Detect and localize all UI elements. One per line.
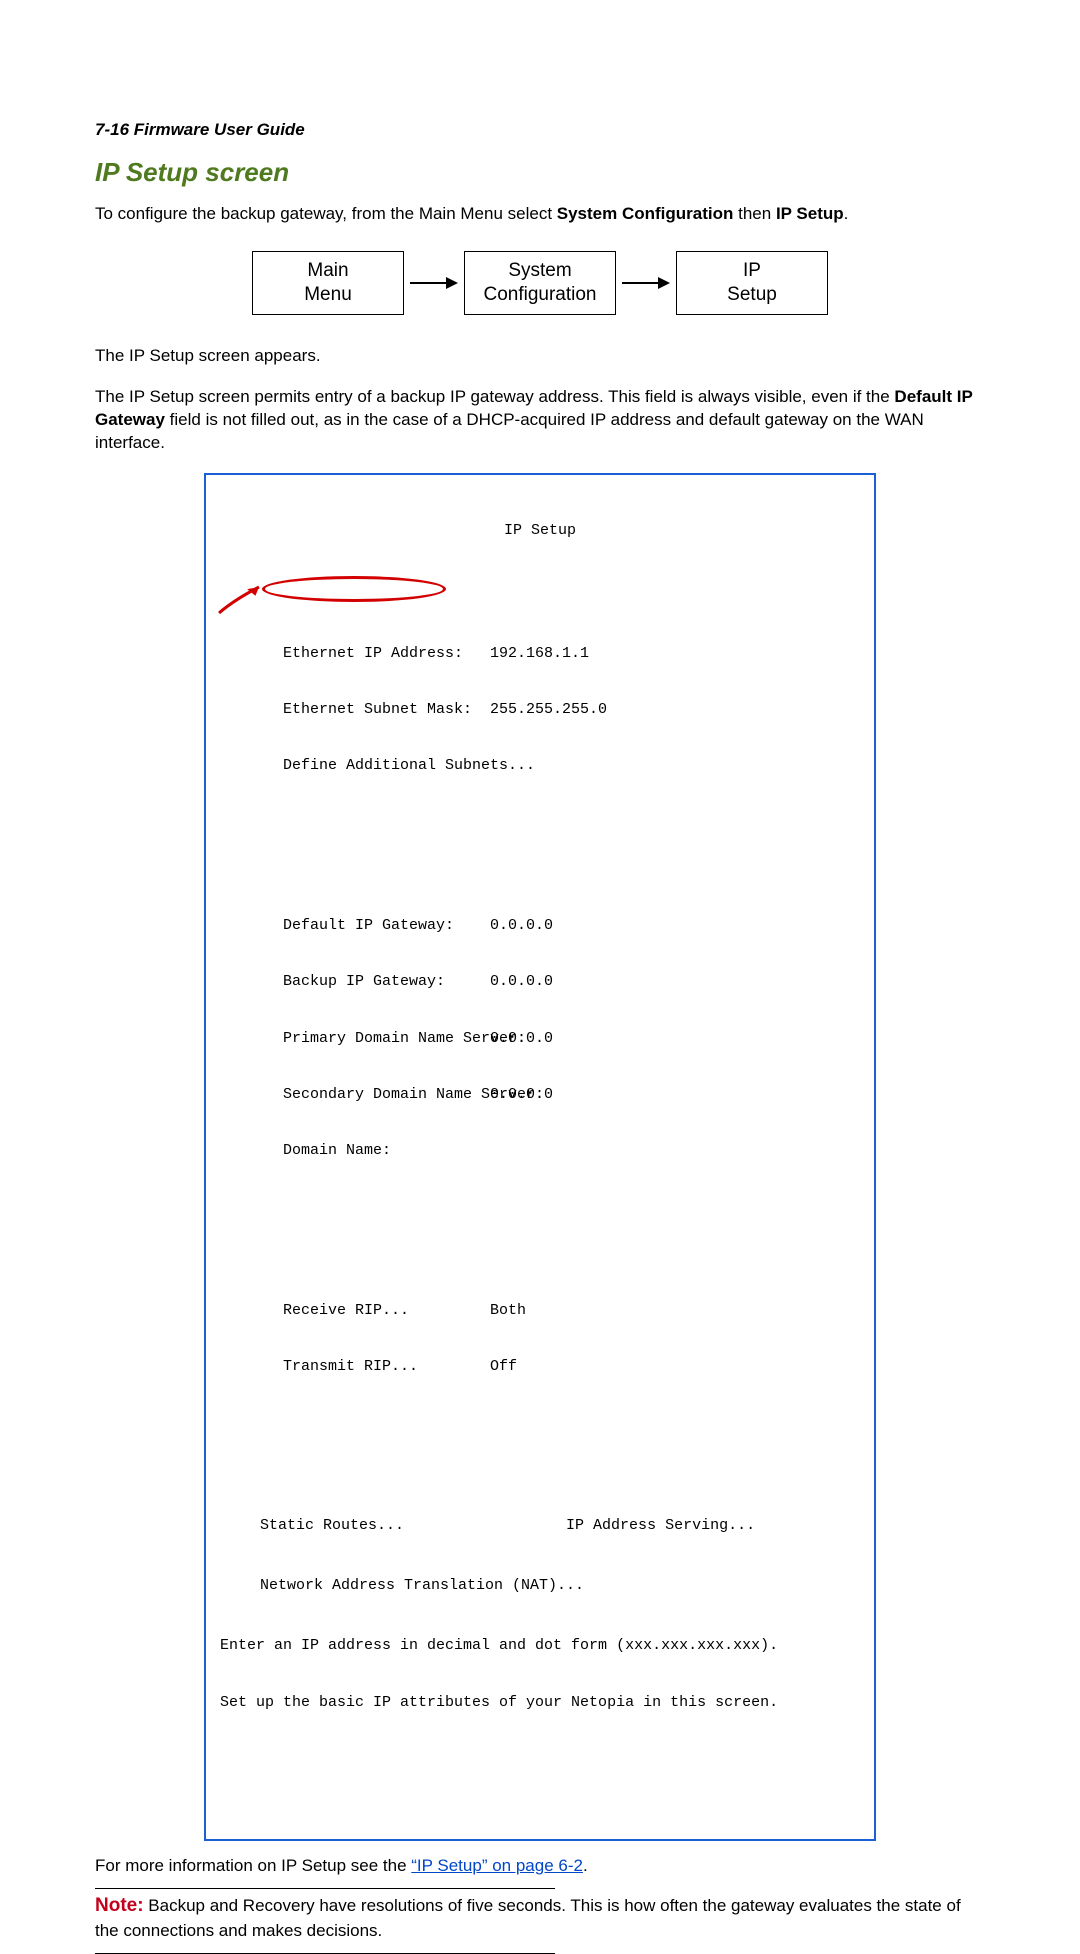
section-title: IP Setup screen	[95, 157, 985, 188]
note-separator-top	[95, 1888, 555, 1889]
flow-box-main-menu: Main Menu	[252, 251, 404, 315]
terminal-row: Define Additional Subnets...	[220, 757, 860, 776]
para-permits-pre: The IP Setup screen permits entry of a b…	[95, 387, 894, 406]
terminal-label: Secondary Domain Name Server:	[220, 1086, 490, 1105]
ip-setup-terminal: IP Setup Ethernet IP Address: 192.168.1.…	[204, 473, 876, 1841]
terminal-label: Ethernet Subnet Mask:	[220, 701, 490, 720]
para-appears: The IP Setup screen appears.	[95, 345, 985, 368]
note-separator-bottom	[95, 1953, 555, 1954]
intro-bold-ip-setup: IP Setup	[776, 204, 844, 223]
terminal-value	[490, 1142, 860, 1161]
para-moreinfo: For more information on IP Setup see the…	[95, 1855, 985, 1878]
note-label: Note:	[95, 1895, 144, 1916]
intro-paragraph: To configure the backup gateway, from th…	[95, 203, 985, 226]
terminal-block-rip: Receive RIP... Both Transmit RIP... Off	[220, 1265, 860, 1415]
flow-arrow-icon	[410, 275, 458, 291]
terminal-row: Backup IP Gateway: 0.0.0.0	[220, 973, 860, 992]
para-permits-post: field is not filled out, as in the case …	[95, 410, 924, 452]
terminal-row: Ethernet Subnet Mask: 255.255.255.0	[220, 701, 860, 720]
terminal-row: Transmit RIP... Off	[220, 1358, 860, 1377]
terminal-value: 0.0.0.0	[490, 1086, 860, 1105]
terminal-nat-line: Network Address Translation (NAT)...	[220, 1577, 860, 1596]
moreinfo-post: .	[583, 1856, 588, 1875]
flow-box-ip-setup: IP Setup	[676, 251, 828, 315]
intro-post: .	[844, 204, 849, 223]
terminal-footer-line1: Enter an IP address in decimal and dot f…	[220, 1637, 860, 1656]
terminal-value: 192.168.1.1	[490, 645, 860, 664]
intro-pre: To configure the backup gateway, from th…	[95, 204, 557, 223]
terminal-row: Domain Name:	[220, 1142, 860, 1161]
note-body: Backup and Recovery have resolutions of …	[95, 1896, 961, 1940]
note-paragraph: Note: Backup and Recovery have resolutio…	[95, 1893, 985, 1943]
terminal-label: Ethernet IP Address:	[220, 645, 490, 664]
terminal-row: Receive RIP... Both	[220, 1302, 860, 1321]
ip-setup-link[interactable]: “IP Setup” on page 6-2	[411, 1856, 583, 1875]
terminal-label-backup-gateway: Backup IP Gateway:	[220, 973, 490, 992]
terminal-value: 0.0.0.0	[490, 1030, 860, 1049]
terminal-value: 0.0.0.0	[490, 973, 860, 992]
moreinfo-pre: For more information on IP Setup see the	[95, 1856, 411, 1875]
terminal-label: Receive RIP...	[220, 1302, 490, 1321]
terminal-label: Primary Domain Name Server:	[220, 1030, 490, 1049]
flow-arrow-icon	[622, 275, 670, 291]
annotation-circle	[262, 576, 446, 602]
page-header: 7-16 Firmware User Guide	[95, 120, 985, 140]
navigation-flow-diagram: Main Menu System Configuration IP Setup	[95, 251, 985, 315]
terminal-row: Secondary Domain Name Server: 0.0.0.0	[220, 1086, 860, 1105]
terminal-block-ethernet: Ethernet IP Address: 192.168.1.1 Etherne…	[220, 607, 860, 813]
terminal-label: Transmit RIP...	[220, 1358, 490, 1377]
terminal-value: Off	[490, 1358, 860, 1377]
terminal-row: Primary Domain Name Server: 0.0.0.0	[220, 1030, 860, 1049]
terminal-static-routes-line: Static Routes... IP Address Serving...	[220, 1517, 860, 1536]
terminal-label: Define Additional Subnets...	[220, 757, 490, 776]
intro-mid: then	[733, 204, 776, 223]
terminal-footer-line2: Set up the basic IP attributes of your N…	[220, 1694, 860, 1713]
flow-box-system-configuration: System Configuration	[464, 251, 616, 315]
terminal-wrap: IP Setup Ethernet IP Address: 192.168.1.…	[95, 473, 985, 1841]
terminal-row: Default IP Gateway: 0.0.0.0	[220, 917, 860, 936]
terminal-value: 255.255.255.0	[490, 701, 860, 720]
terminal-title: IP Setup	[220, 522, 860, 541]
manual-page: 7-16 Firmware User Guide IP Setup screen…	[0, 0, 1080, 1397]
terminal-value: Both	[490, 1302, 860, 1321]
terminal-value	[490, 757, 860, 776]
terminal-value: 0.0.0.0	[490, 917, 860, 936]
intro-bold-system-configuration: System Configuration	[557, 204, 734, 223]
para-permits: The IP Setup screen permits entry of a b…	[95, 386, 985, 455]
terminal-row: Ethernet IP Address: 192.168.1.1	[220, 645, 860, 664]
terminal-label: Default IP Gateway:	[220, 917, 490, 936]
terminal-label: Domain Name:	[220, 1142, 490, 1161]
terminal-block-gateway: Default IP Gateway: 0.0.0.0 Backup IP Ga…	[220, 880, 860, 1199]
